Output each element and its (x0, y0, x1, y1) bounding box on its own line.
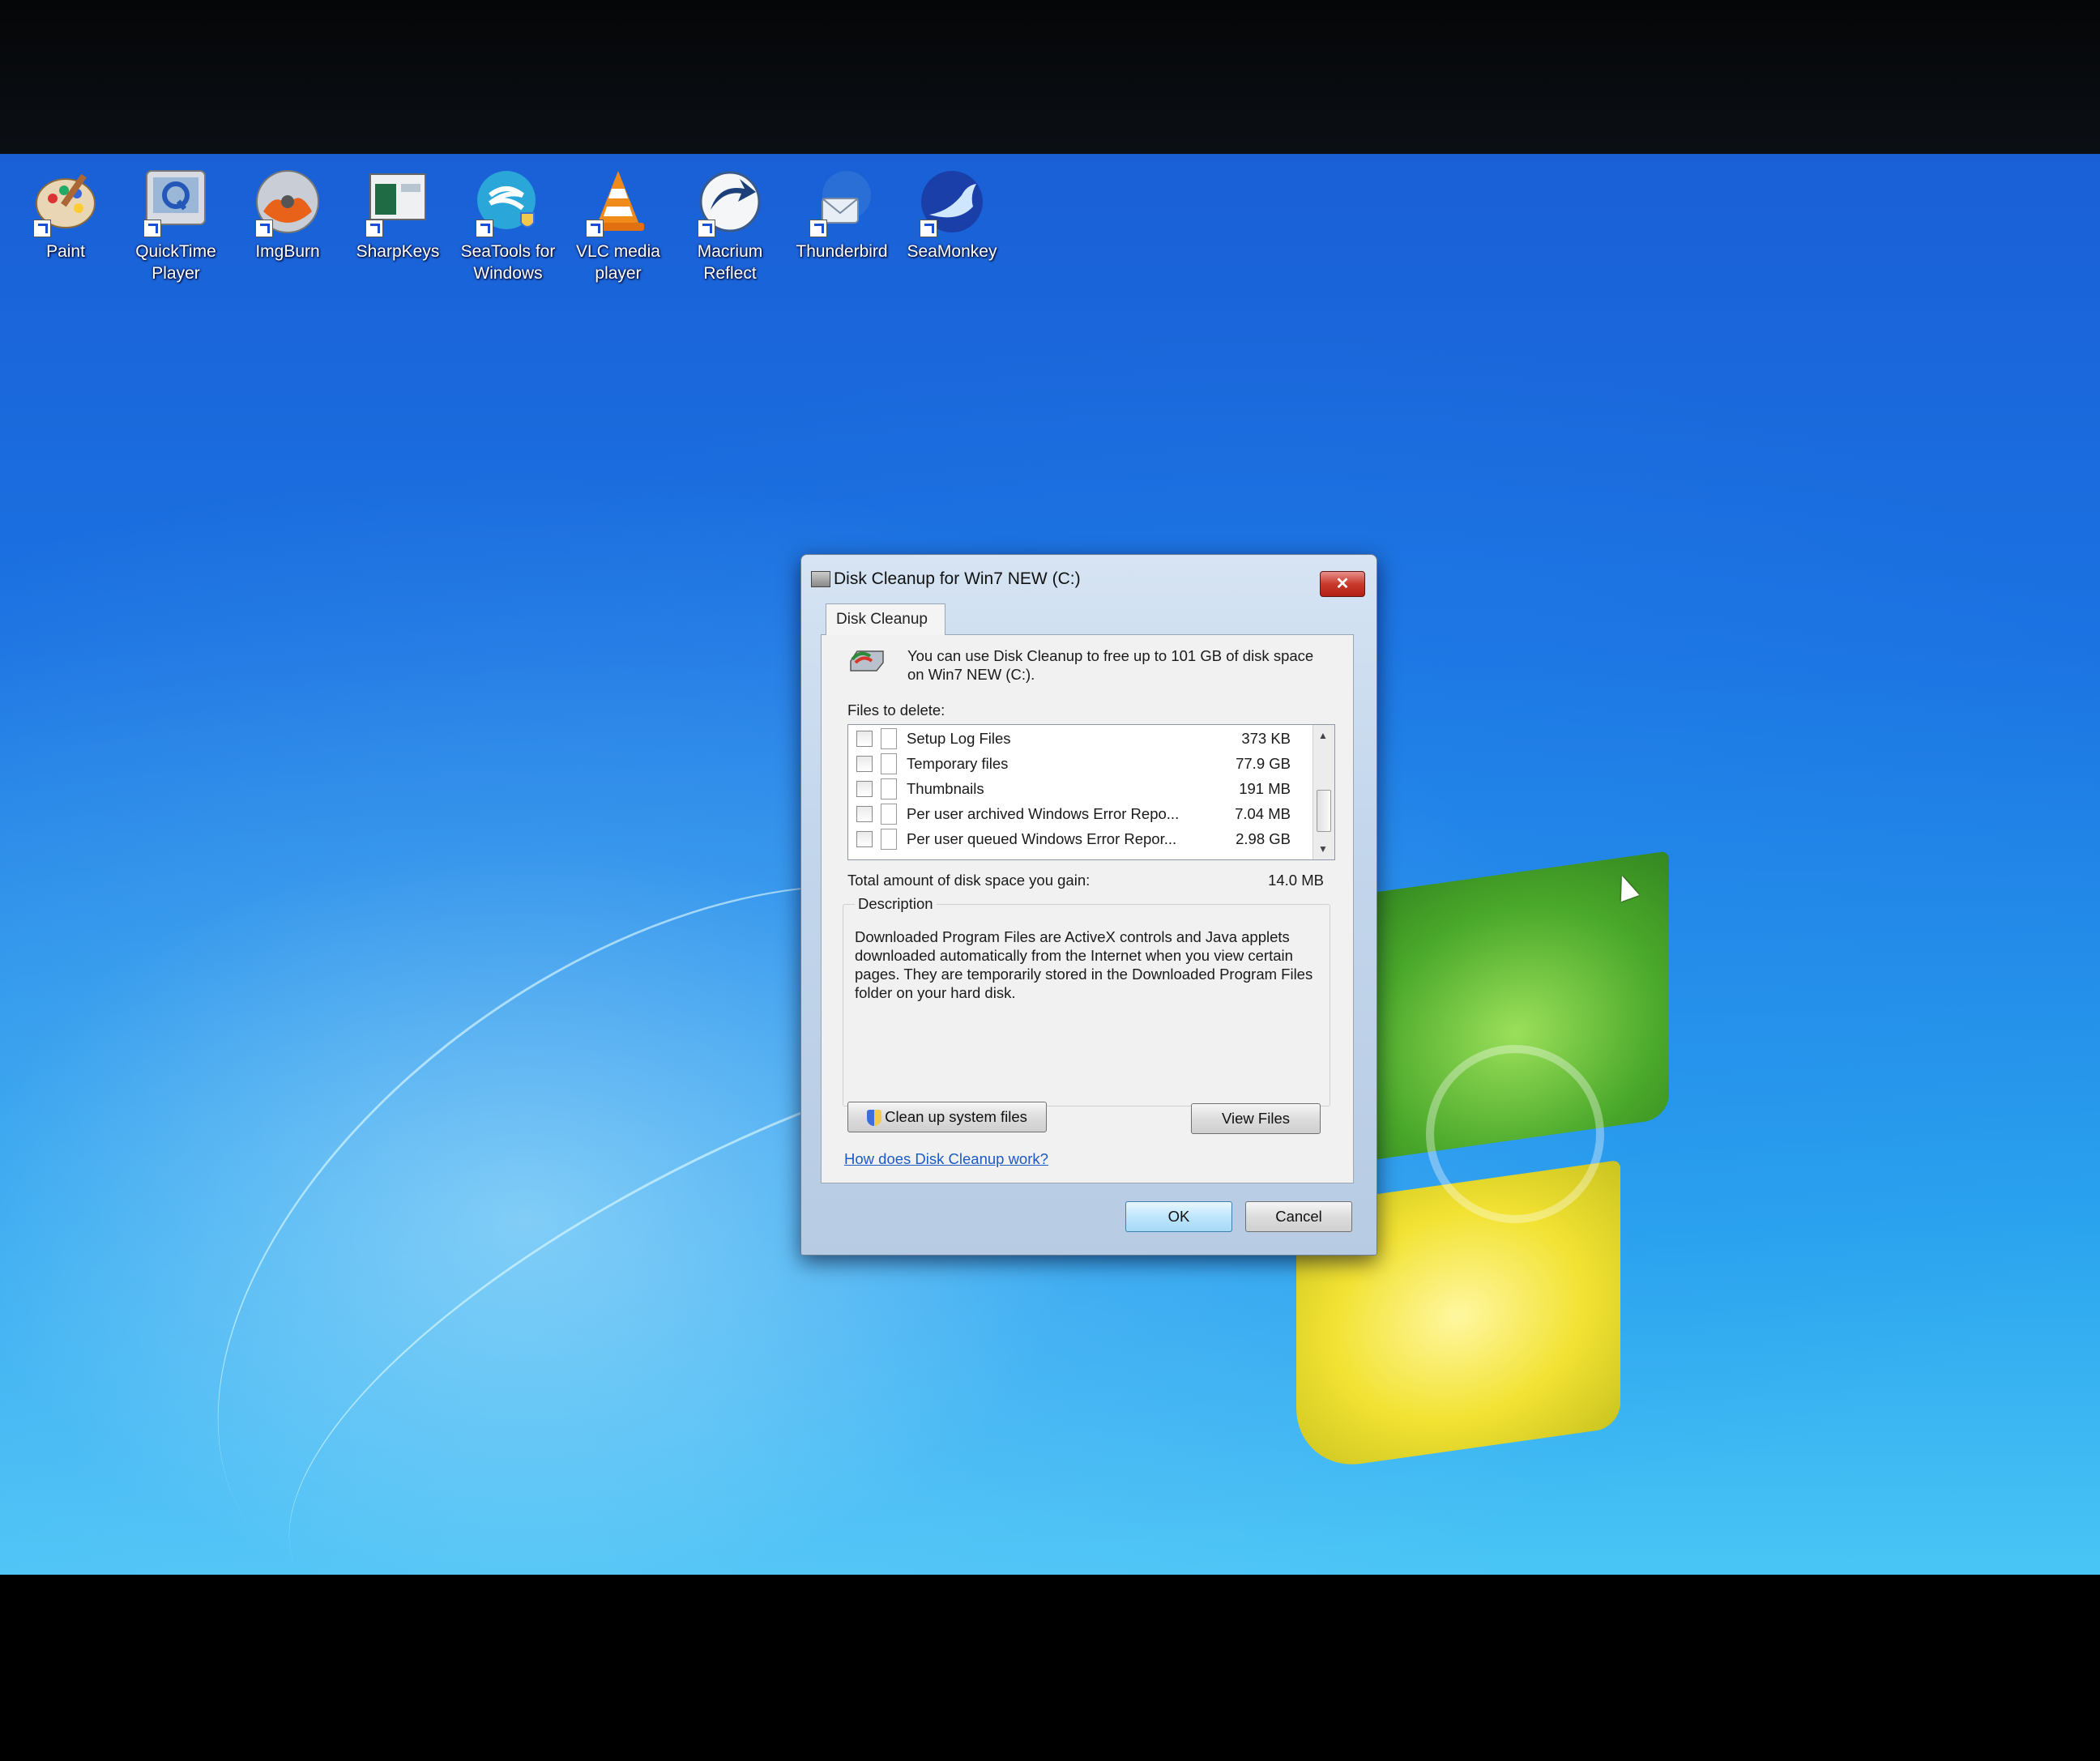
seamonkey-icon (916, 166, 988, 237)
list-item[interactable]: Setup Log Files 373 KB (848, 727, 1302, 751)
list-scrollbar[interactable]: ▲ ▼ (1312, 725, 1334, 859)
cancel-button[interactable]: Cancel (1245, 1201, 1352, 1232)
file-checkbox[interactable] (856, 831, 873, 847)
disk-cleanup-dialog[interactable]: Disk Cleanup for Win7 NEW (C:) ✕ Disk Cl… (800, 554, 1377, 1256)
quicktime-icon (140, 166, 211, 237)
scroll-down-arrow-icon[interactable]: ▼ (1318, 843, 1328, 855)
file-checkbox[interactable] (856, 806, 873, 822)
desktop-icon-label: ImgBurn (255, 242, 320, 261)
file-icon (881, 778, 897, 799)
clean-up-system-files-button[interactable]: Clean up system files (847, 1102, 1047, 1132)
uac-shield-icon (867, 1110, 882, 1127)
tab-disk-cleanup[interactable]: Disk Cleanup (826, 603, 945, 635)
file-name: Temporary files (907, 755, 1009, 772)
desktop-icon-thunderbird[interactable]: Thunderbird (789, 166, 894, 262)
paint-icon (30, 166, 101, 237)
dialog-title: Disk Cleanup for Win7 NEW (C:) (834, 569, 1081, 588)
clean-up-system-files-label: Clean up system files (885, 1108, 1027, 1125)
ok-button[interactable]: OK (1125, 1201, 1232, 1232)
file-name: Thumbnails (907, 780, 984, 797)
intro-text: You can use Disk Cleanup to free up to 1… (907, 647, 1314, 683)
file-checkbox[interactable] (856, 781, 873, 797)
file-size: 2.98 GB (1236, 830, 1291, 847)
desktop-icon-sharpkeys[interactable]: SharpKeys (345, 166, 450, 262)
desktop-icon-label: Macrium Reflect (697, 242, 763, 283)
view-files-button[interactable]: View Files (1191, 1103, 1321, 1134)
total-gain-label: Total amount of disk space you gain: (847, 872, 1091, 889)
desktop-icon-seatools[interactable]: SeaTools for Windows (455, 166, 561, 284)
desktop-icon-label: Paint (46, 242, 85, 261)
file-size: 77.9 GB (1236, 755, 1291, 772)
file-checkbox[interactable] (856, 756, 873, 772)
file-size: 191 MB (1239, 780, 1291, 797)
desktop-icon-label: SeaMonkey (907, 242, 997, 261)
logo-ring (1426, 1045, 1604, 1223)
disk-cleanup-icon (811, 571, 830, 587)
thunderbird-icon (806, 166, 877, 237)
files-list[interactable]: Setup Log Files 373 KB Temporary files 7… (847, 724, 1335, 860)
sharpkeys-icon (362, 166, 433, 237)
imgburn-icon (252, 166, 323, 237)
file-icon (881, 753, 897, 774)
desktop-icon-imgburn[interactable]: ImgBurn (235, 166, 340, 262)
desktop-icon-vlc[interactable]: VLC media player (566, 166, 671, 284)
hard-drive-icon (847, 645, 886, 676)
scrollbar-thumb[interactable] (1317, 790, 1331, 832)
file-size: 7.04 MB (1235, 805, 1291, 822)
desktop-icon-label: SharpKeys (356, 242, 440, 261)
close-button[interactable]: ✕ (1320, 571, 1365, 597)
file-name: Per user queued Windows Error Repor... (907, 830, 1177, 847)
description-group: Description Downloaded Program Files are… (843, 895, 1330, 1106)
desktop-icon-label: SeaTools for Windows (460, 242, 556, 283)
file-icon (881, 804, 897, 825)
tab-panel: You can use Disk Cleanup to free up to 1… (821, 634, 1354, 1183)
desktop-icon-seamonkey[interactable]: SeaMonkey (899, 166, 1005, 262)
seatools-icon (472, 166, 544, 237)
files-to-delete-label: Files to delete: (847, 701, 945, 718)
desktop-icon-paint[interactable]: Paint (13, 166, 118, 262)
description-legend: Description (855, 895, 937, 913)
file-size: 373 KB (1241, 730, 1291, 747)
desktop-icon-quicktime[interactable]: QuickTime Player (123, 166, 228, 284)
total-gain-value: 14.0 MB (1268, 872, 1324, 889)
desktop-icon-label: Thunderbird (796, 242, 888, 261)
file-checkbox[interactable] (856, 731, 873, 747)
desktop-icon-label: VLC media player (576, 242, 660, 283)
description-text: Downloaded Program Files are ActiveX con… (855, 928, 1313, 1001)
desktop-icon-macrium[interactable]: Macrium Reflect (677, 166, 783, 284)
vlc-icon (583, 166, 654, 237)
monitor-bezel (0, 0, 2100, 162)
file-name: Per user archived Windows Error Repo... (907, 805, 1180, 822)
list-item[interactable]: Per user archived Windows Error Repo... … (848, 802, 1302, 826)
file-icon (881, 728, 897, 749)
list-item[interactable]: Per user queued Windows Error Repor... 2… (848, 827, 1302, 851)
file-name: Setup Log Files (907, 730, 1011, 747)
list-item[interactable]: Thumbnails 191 MB (848, 777, 1302, 801)
file-icon (881, 829, 897, 850)
help-link[interactable]: How does Disk Cleanup work? (844, 1150, 1048, 1168)
scroll-up-arrow-icon[interactable]: ▲ (1318, 730, 1328, 741)
list-item[interactable]: Temporary files 77.9 GB (848, 752, 1302, 776)
desktop-icon-label: QuickTime Player (135, 242, 216, 283)
macrium-icon (694, 166, 766, 237)
